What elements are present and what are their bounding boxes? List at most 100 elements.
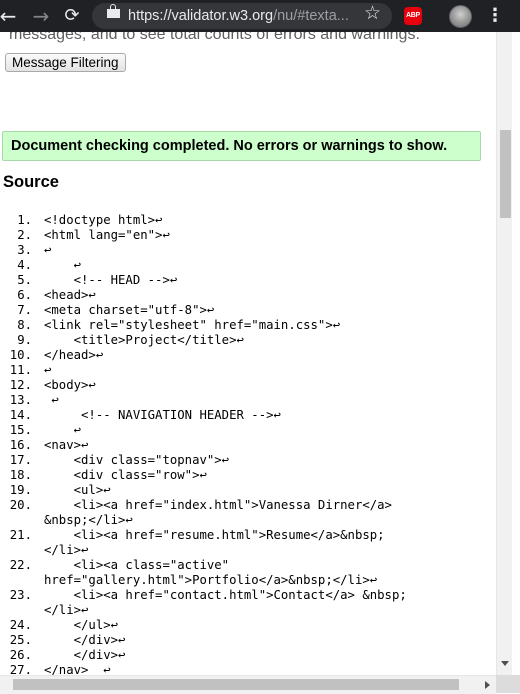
line-number: 10.: [9, 348, 32, 362]
source-line: 7. <meta charset="utf-8">↩: [0, 303, 496, 318]
intro-text: messages, and to see total counts of err…: [9, 32, 420, 43]
line-code: href="gallery.html">Portfolio</a>&nbsp;<…: [44, 573, 378, 587]
adblock-icon[interactable]: ABP: [404, 7, 422, 25]
line-code: </ul>↩: [44, 618, 119, 632]
line-code: ↩: [44, 243, 52, 257]
source-heading: Source: [3, 173, 59, 191]
source-line: 5. <!-- HEAD -->↩: [0, 273, 496, 288]
line-number: 6.: [17, 288, 32, 302]
line-code: <html lang="en">↩: [44, 228, 170, 242]
source-line: 9. <title>Project</title>↩: [0, 333, 496, 348]
scroll-down-arrow-icon[interactable]: [501, 661, 509, 666]
lock-icon[interactable]: [107, 4, 120, 18]
line-code: </div>↩: [44, 633, 126, 647]
source-line: 17. <div class="topnav">↩: [0, 453, 496, 468]
line-number: 25.: [9, 633, 32, 647]
line-number: 1.: [17, 213, 32, 227]
line-code: <li><a class="active": [44, 558, 230, 572]
source-line: </li>↩: [0, 543, 496, 558]
source-line: 23. <li><a href="contact.html">Contact</…: [0, 588, 496, 603]
source-line: </li>↩: [0, 603, 496, 618]
line-code: ↩: [44, 393, 59, 407]
source-line: 26. </div>↩: [0, 648, 496, 663]
line-number: 24.: [9, 618, 32, 632]
source-line: 3. ↩: [0, 243, 496, 258]
source-line: 19. <ul>↩: [0, 483, 496, 498]
line-code: <li><a href="index.html">Vanessa Dirner<…: [44, 498, 392, 512]
source-line: 21. <li><a href="resume.html">Resume</a>…: [0, 528, 496, 543]
source-line: 24. </ul>↩: [0, 618, 496, 633]
line-code: <!doctype html>↩: [44, 213, 163, 227]
line-code: <!-- NAVIGATION HEADER -->↩: [44, 408, 281, 422]
source-line: 16. <nav>↩: [0, 438, 496, 453]
line-code: <li><a href="resume.html">Resume</a>&nbs…: [44, 528, 385, 542]
line-code: </head>↩: [44, 348, 104, 362]
line-number: 22.: [9, 558, 32, 572]
line-code: ↩: [44, 363, 52, 377]
window-edge: [512, 32, 520, 675]
source-line: 20. <li><a href="index.html">Vanessa Dir…: [0, 498, 496, 513]
line-code: <meta charset="utf-8">↩: [44, 303, 215, 317]
menu-dots-icon[interactable]: ⋮: [486, 0, 504, 32]
line-number: 18.: [9, 468, 32, 482]
line-code: &nbsp;</li>↩: [44, 513, 133, 527]
line-number: 7.: [17, 303, 32, 317]
line-number: 21.: [9, 528, 32, 542]
line-code: </li>↩: [44, 603, 89, 617]
source-line: href="gallery.html">Portfolio</a>&nbsp;<…: [0, 573, 496, 588]
source-line: 22. <li><a class="active": [0, 558, 496, 573]
source-line: &nbsp;</li>↩: [0, 513, 496, 528]
line-number: 26.: [9, 648, 32, 662]
source-line: 25. </div>↩: [0, 633, 496, 648]
vertical-scrollbar[interactable]: [496, 32, 513, 675]
star-icon[interactable]: ☆: [364, 2, 381, 24]
source-line: 1. <!doctype html>↩: [0, 213, 496, 228]
line-number: 27.: [9, 663, 32, 675]
browser-toolbar: ← → ⟳ https://validator.w3.org/nu/#texta…: [0, 0, 520, 32]
message-filtering-button[interactable]: Message Filtering: [5, 53, 126, 72]
source-line: 2. <html lang="en">↩: [0, 228, 496, 243]
line-code: <div class="row">↩: [44, 468, 207, 482]
profile-avatar[interactable]: [449, 5, 472, 28]
line-number: 17.: [9, 453, 32, 467]
source-line: 6. <head>↩: [0, 288, 496, 303]
line-code: ↩: [44, 423, 82, 437]
back-arrow-icon[interactable]: ←: [0, 0, 20, 32]
line-number: 16.: [9, 438, 32, 452]
line-code: <!-- HEAD -->↩: [44, 273, 178, 287]
address-bar[interactable]: https://validator.w3.org/nu/#texta...: [92, 3, 392, 29]
horizontal-scroll-thumb[interactable]: [13, 679, 459, 690]
line-code: </li>↩: [44, 543, 89, 557]
line-number: 23.: [9, 588, 32, 602]
line-number: 11.: [9, 363, 32, 377]
page-content: messages, and to see total counts of err…: [0, 32, 496, 675]
source-line: 8. <link rel="stylesheet" href="main.css"…: [0, 318, 496, 333]
line-number: 13.: [9, 393, 32, 407]
source-line: 27. </nav> ↩: [0, 663, 496, 675]
url-text[interactable]: https://validator.w3.org/nu/#texta...: [128, 3, 349, 29]
line-number: 3.: [17, 243, 32, 257]
forward-arrow-icon[interactable]: →: [29, 0, 53, 32]
line-number: 19.: [9, 483, 32, 497]
source-line: 4. ↩: [0, 258, 496, 273]
line-number: 14.: [9, 408, 32, 422]
line-code: </div>↩: [44, 648, 126, 662]
scroll-right-arrow-icon[interactable]: [485, 681, 490, 689]
source-line: 12. <body>↩: [0, 378, 496, 393]
line-number: 4.: [17, 258, 32, 272]
line-number: 8.: [17, 318, 32, 332]
source-line: 14. <!-- NAVIGATION HEADER -->↩: [0, 408, 496, 423]
vertical-scroll-thumb[interactable]: [500, 130, 511, 218]
horizontal-scrollbar[interactable]: [0, 675, 496, 694]
line-number: 12.: [9, 378, 32, 392]
reload-icon[interactable]: ⟳: [60, 0, 84, 32]
line-code: <nav>↩: [44, 438, 89, 452]
line-code: <div class="topnav">↩: [44, 453, 230, 467]
url-path: /nu/#texta...: [273, 8, 349, 24]
line-number: 15.: [9, 423, 32, 437]
url-host: https://validator.w3.org: [128, 8, 274, 24]
source-line: 11. ↩: [0, 363, 496, 378]
source-line: 18. <div class="row">↩: [0, 468, 496, 483]
source-line: 10. </head>↩: [0, 348, 496, 363]
source-listing: 1. <!doctype html>↩ 2. <html lang="en">↩ 3. ↩…: [0, 213, 496, 675]
